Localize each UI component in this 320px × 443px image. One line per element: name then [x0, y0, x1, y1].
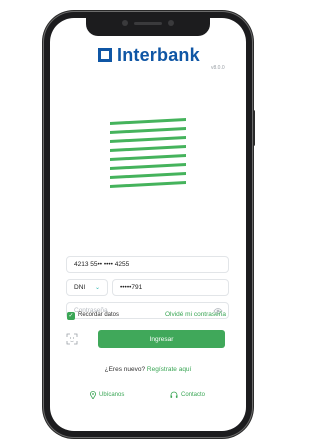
register-prompt: ¿Eres nuevo? Regístrate aquí: [50, 366, 246, 373]
logo-mark-icon: [98, 48, 112, 62]
location-pin-icon: [90, 391, 96, 399]
hero-logo: [110, 118, 186, 188]
brand-name: Interbank: [117, 45, 200, 65]
locations-link[interactable]: Ubícanos: [90, 391, 124, 399]
app-screen: Interbank v8.0.0 4213 55•• •••• 4255 DNI…: [50, 18, 246, 431]
card-number-value: 4213 55•• •••• 4255: [74, 261, 130, 268]
speaker-grille: [134, 22, 162, 25]
app-version: v8.0.0: [211, 65, 225, 71]
register-link[interactable]: Regístrate aquí: [147, 366, 191, 373]
power-button: [252, 110, 255, 146]
chevron-down-icon: ⌄: [94, 285, 100, 291]
submit-button[interactable]: Ingresar: [98, 330, 225, 348]
face-id-icon[interactable]: [66, 333, 78, 345]
headset-icon: [170, 391, 178, 398]
camera-icon: [168, 20, 174, 26]
contact-label: Contacto: [181, 392, 206, 398]
remember-checkbox[interactable]: ✓: [67, 312, 75, 320]
camera-icon: [122, 20, 128, 26]
document-number-input[interactable]: •••••791: [112, 279, 229, 296]
phone-notch: [86, 12, 210, 36]
remember-label: Recordar datos: [78, 312, 120, 318]
document-type-value: DNI: [74, 284, 86, 291]
card-number-input[interactable]: 4213 55•• •••• 4255: [66, 256, 229, 273]
document-type-select[interactable]: DNI ⌄: [66, 279, 108, 296]
new-user-text: ¿Eres nuevo?: [104, 366, 146, 373]
locations-label: Ubícanos: [99, 392, 125, 398]
forgot-password-link[interactable]: Olvidé mi contraseña: [165, 311, 226, 318]
check-icon: ✓: [68, 313, 74, 319]
contact-link[interactable]: Contacto: [170, 391, 205, 399]
document-number-value: •••••791: [120, 284, 143, 291]
